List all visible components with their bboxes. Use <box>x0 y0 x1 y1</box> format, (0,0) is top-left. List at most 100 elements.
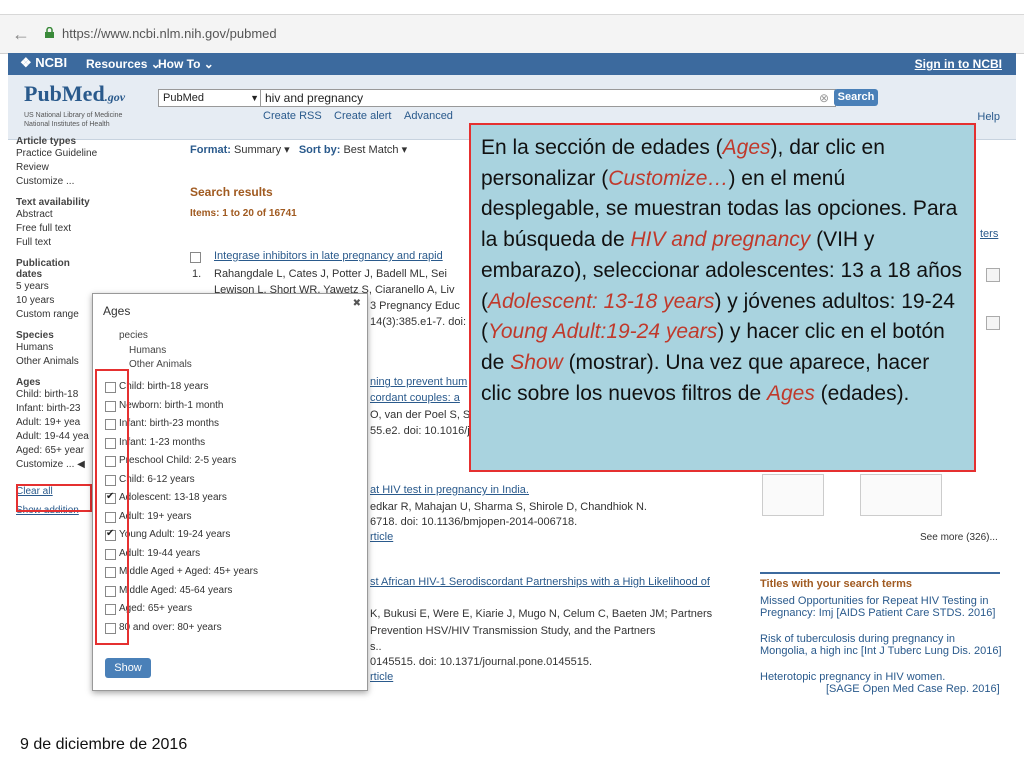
create-rss-link[interactable]: Create RSS <box>263 110 322 122</box>
help-link[interactable]: Help <box>977 111 1000 123</box>
resources-label: Resources <box>86 57 148 71</box>
collapse-toggle-icon[interactable] <box>986 268 1000 282</box>
format-sort-bar: Format: Summary ▾ Sort by: Best Match ▾ <box>190 143 407 156</box>
filter-sidebar: Article types Practice Guideline Review … <box>16 128 97 516</box>
filter-abstract[interactable]: Abstract <box>16 208 90 222</box>
age-option-label: Adult: 19-44 years <box>119 547 201 559</box>
filter-free-full-text[interactable]: Free full text <box>16 222 90 236</box>
filter-age-adult-19-44[interactable]: Adult: 19-44 yea <box>16 430 90 444</box>
customize-ages-link[interactable]: Customize ... ◀ <box>16 458 90 472</box>
filter-practice-guideline[interactable]: Practice Guideline <box>16 147 97 161</box>
related-title-2-line1: Risk of tuberculosis during pregnancy in <box>760 633 956 645</box>
callout-emphasis: Ages <box>722 136 771 159</box>
article-types-heading: Article types <box>16 136 77 147</box>
database-select[interactable]: PubMed ▼ <box>158 89 264 107</box>
result-title-link[interactable]: Integrase inhibitors in late pregnancy a… <box>214 250 443 262</box>
show-button[interactable]: Show <box>105 658 151 678</box>
see-more-link[interactable]: See more (326)... <box>920 532 998 543</box>
dropdown-arrow-icon: ▼ <box>250 93 259 103</box>
filter-humans[interactable]: Humans <box>16 341 90 355</box>
clear-icon[interactable]: ⊗ <box>819 90 829 106</box>
callout-text: (edades). <box>814 381 910 405</box>
callout-emphasis: Show <box>510 350 563 374</box>
result-title-link[interactable]: at HIV test in pregnancy in India. <box>370 484 529 496</box>
sign-in-link[interactable]: Sign in to NCBI <box>915 57 1002 71</box>
result-doi: 0145515. doi: 10.1371/journal.pone.01455… <box>370 656 593 668</box>
search-results-title: Search results <box>190 185 273 199</box>
result-journal: 3 Pregnancy Educ <box>370 300 460 312</box>
callout-text: En la sección de edades ( <box>481 136 723 159</box>
ages-heading: Ages <box>16 377 41 388</box>
result-number: 1. <box>192 268 202 280</box>
result-thumbnail[interactable] <box>762 474 824 516</box>
create-alert-link[interactable]: Create alert <box>334 110 391 122</box>
result-authors-3: s.. <box>370 641 382 653</box>
instruction-callout: En la sección de edades (Ages), dar clic… <box>469 123 976 472</box>
filter-5-years[interactable]: 5 years <box>16 280 90 294</box>
result-authors: Rahangdale L, Cates J, Potter J, Badell … <box>214 268 447 280</box>
related-title-3[interactable]: Heterotopic pregnancy in HIV women. [SAGE… <box>760 671 1000 695</box>
checkbox-column-highlight <box>95 369 129 645</box>
search-input[interactable]: hiv and pregnancy ⊗ <box>260 89 836 107</box>
resources-menu[interactable]: Resources ⌄ <box>86 57 161 71</box>
customize-ages-label: Customize ... <box>16 459 75 470</box>
result-title-link[interactable]: st African HIV-1 Serodiscordant Partners… <box>370 576 710 588</box>
back-arrow-icon[interactable]: ← <box>12 24 30 45</box>
filter-age-child[interactable]: Child: birth-18 <box>16 388 90 402</box>
items-count: Items: 1 to 20 of 16741 <box>190 208 297 219</box>
url-text[interactable]: https://www.ncbi.nlm.nih.gov/pubmed <box>62 26 277 41</box>
result-authors: O, van der Poel S, S <box>370 409 471 421</box>
howto-label: How To <box>158 57 201 71</box>
lock-icon <box>45 27 54 38</box>
widget-divider <box>760 572 1000 574</box>
search-query: hiv and pregnancy <box>265 91 364 105</box>
age-option-label: Child: birth-18 years <box>119 381 209 392</box>
filter-other-animals[interactable]: Other Animals <box>16 355 90 369</box>
age-option-label: Infant: birth-23 months <box>119 418 220 429</box>
advanced-link[interactable]: Advanced <box>404 110 453 122</box>
age-option-label: 80 and over: 80+ years <box>119 621 222 633</box>
filter-full-text[interactable]: Full text <box>16 236 90 250</box>
age-option-label: Middle Aged + Aged: 45+ years <box>119 566 258 577</box>
address-bar[interactable]: ← https://www.ncbi.nlm.nih.gov/pubmed <box>0 15 1024 54</box>
ncbi-logo-text: NCBI <box>35 55 68 70</box>
filter-age-infant[interactable]: Infant: birth-23 <box>16 402 90 416</box>
pubmed-logo[interactable]: PubMed.gov <box>24 81 125 107</box>
pubmed-logo-suffix: .gov <box>104 90 126 104</box>
pointer-arrow-icon: ◀ <box>77 459 85 470</box>
collapse-toggle-icon[interactable] <box>986 316 1000 330</box>
free-article-link[interactable]: rticle <box>370 671 393 683</box>
database-value: PubMed <box>163 92 204 104</box>
filter-review[interactable]: Review <box>16 161 90 175</box>
filter-age-adult-19plus[interactable]: Adult: 19+ yea <box>16 416 90 430</box>
format-dropdown[interactable]: Summary <box>234 144 281 156</box>
pubmed-logo-text: PubMed <box>24 81 105 106</box>
free-article-link[interactable]: rticle <box>370 531 393 543</box>
filters-link[interactable]: ters <box>980 228 998 240</box>
sort-dropdown[interactable]: Best Match <box>343 144 398 156</box>
customize-highlight <box>16 484 92 512</box>
sort-label: Sort by: <box>298 144 341 156</box>
related-title-2[interactable]: Risk of tuberculosis during pregnancy in… <box>760 633 1002 657</box>
ncbi-logo[interactable]: ❖ NCBI <box>20 55 67 71</box>
result-title-link-2[interactable]: cordant couples: a <box>370 392 460 404</box>
result-title-link[interactable]: ning to prevent hum <box>370 376 467 388</box>
filter-age-aged[interactable]: Aged: 65+ year <box>16 444 90 458</box>
close-icon[interactable]: ✖ <box>353 298 361 309</box>
filter-custom-range[interactable]: Custom range <box>16 308 90 322</box>
filter-10-years[interactable]: 10 years <box>16 294 90 308</box>
chevron-down-icon: ⌄ <box>203 57 214 71</box>
result-checkbox[interactable] <box>190 252 201 263</box>
related-title-1-line2: Pregnancy: Imj [AIDS Patient Care STDS. … <box>760 607 996 619</box>
related-title-1[interactable]: Missed Opportunities for Repeat HIV Test… <box>760 595 995 619</box>
result-authors-2: Prevention HSV/HIV Transmission Study, a… <box>370 625 656 637</box>
howto-menu[interactable]: How To ⌄ <box>158 57 214 71</box>
result-doi: 14(3):385.e1-7. doi: 10 <box>370 316 482 328</box>
filter-customize-article-types[interactable]: Customize ... <box>16 175 90 189</box>
callout-emphasis: HIV and pregnancy <box>630 228 811 252</box>
nlm-subtitle-1: US National Library of Medicine <box>24 112 123 119</box>
callout-emphasis: Customize… <box>608 166 729 190</box>
publication-dates-heading: Publication dates <box>16 258 70 280</box>
search-button[interactable]: Search <box>834 89 878 106</box>
result-thumbnail[interactable] <box>860 474 942 516</box>
